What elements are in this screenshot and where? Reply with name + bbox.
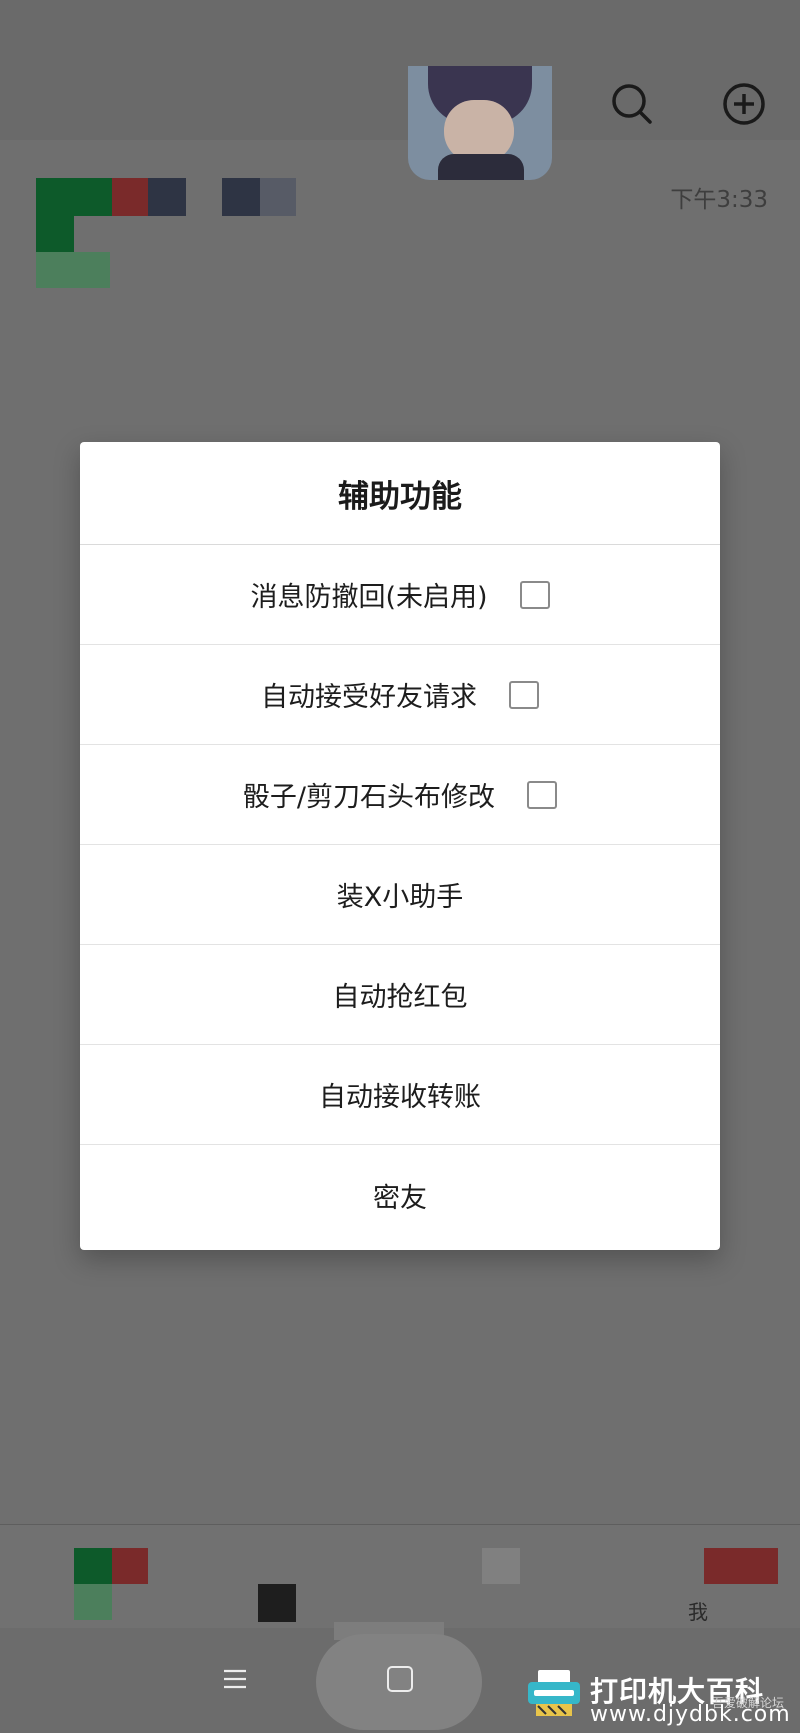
recents-button[interactable]	[220, 1664, 250, 1694]
search-button[interactable]	[604, 76, 660, 132]
home-square-icon[interactable]	[387, 1666, 413, 1692]
tab-contacts-icon[interactable]	[258, 1584, 296, 1622]
tab-chats-icon[interactable]	[74, 1548, 112, 1584]
chat-name-pixel	[260, 178, 296, 216]
option-label: 装X小助手	[336, 882, 464, 913]
add-button[interactable]	[716, 76, 772, 132]
tab-me-icon[interactable]	[704, 1548, 778, 1584]
option-auto-red-packet[interactable]: 自动抢红包	[80, 945, 720, 1045]
chat-list-item[interactable]	[0, 140, 800, 320]
option-auto-accept-friends[interactable]: 自动接受好友请求	[80, 645, 720, 745]
search-icon	[612, 84, 652, 124]
chat-name-pixel	[222, 178, 260, 216]
chat-avatar-pixel	[112, 178, 148, 216]
dice-rps-checkbox[interactable]	[527, 780, 558, 809]
option-label: 骰子/剪刀石头布修改	[242, 782, 496, 813]
option-label: 自动接受好友请求	[261, 682, 477, 713]
option-show-off-helper[interactable]: 装X小助手	[80, 845, 720, 945]
printer-logo-icon	[524, 1668, 584, 1720]
chat-avatar-pixel	[36, 178, 112, 216]
option-label: 密友	[373, 1182, 427, 1214]
chat-time: 下午3:33	[670, 187, 768, 213]
top-bar	[0, 0, 800, 140]
chat-avatar-pixel	[36, 252, 110, 288]
anti-recall-checkbox[interactable]	[519, 580, 550, 609]
tab-chats-icon-part	[74, 1584, 112, 1620]
option-label: 消息防撤回(未启用)	[250, 582, 488, 613]
chat-avatar-pixel	[36, 216, 74, 252]
option-close-friends[interactable]: 密友	[80, 1145, 720, 1245]
tab-chats-icon-part	[112, 1548, 148, 1584]
option-anti-recall[interactable]: 消息防撤回(未启用)	[80, 545, 720, 645]
plus-circle-icon	[723, 83, 765, 125]
tab-me-label[interactable]: 我	[688, 1596, 708, 1625]
dialog-title: 辅助功能	[80, 442, 720, 545]
option-auto-receive-transfer[interactable]: 自动接收转账	[80, 1045, 720, 1145]
chat-avatar-pixel	[148, 178, 186, 216]
tab-discover-icon[interactable]	[482, 1548, 520, 1584]
option-label: 自动抢红包	[332, 982, 468, 1013]
watermark-url: www.djydbk.com	[590, 1702, 791, 1727]
assist-functions-dialog: 辅助功能 消息防撤回(未启用) 自动接受好友请求 骰子/剪刀石头布修改 装X小助…	[80, 442, 720, 1250]
menu-lines-icon	[224, 1669, 246, 1689]
auto-accept-friends-checkbox[interactable]	[509, 680, 539, 709]
option-label: 自动接收转账	[319, 1082, 481, 1113]
option-dice-rps-modify[interactable]: 骰子/剪刀石头布修改	[80, 745, 720, 845]
